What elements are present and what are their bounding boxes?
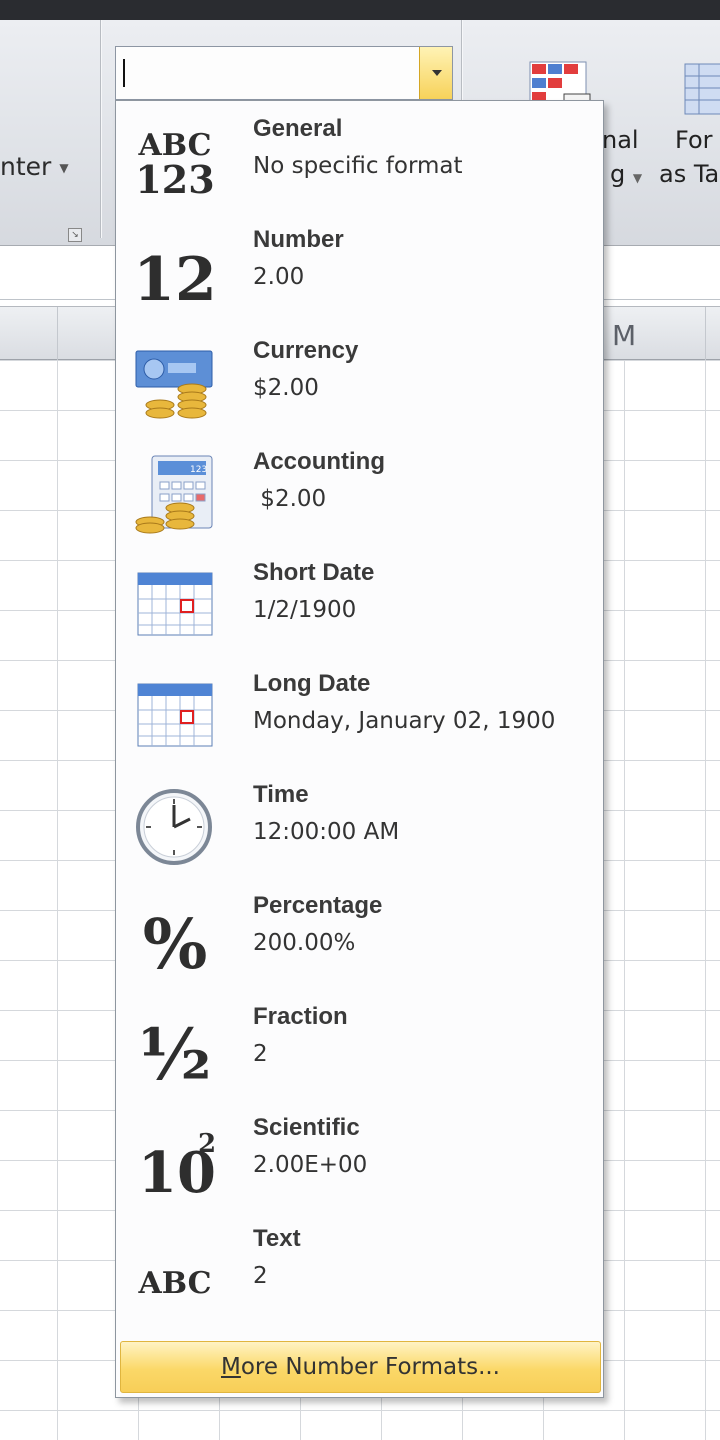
- svg-text:2: 2: [198, 1129, 216, 1159]
- currency-coins-icon: [135, 350, 213, 419]
- format-as-table-label-1: For: [675, 126, 713, 154]
- format-option-name: Percentage: [253, 892, 383, 919]
- conditional-formatting-label-2: g ▼: [610, 160, 643, 188]
- calendar-icon: [137, 683, 213, 747]
- format-option-long-date[interactable]: Long Date Monday, January 02, 1900: [118, 656, 602, 766]
- format-option-fraction[interactable]: ½ Fraction 2: [118, 989, 602, 1099]
- format-option-sample: 12:00:00 AM: [253, 819, 400, 845]
- format-option-scientific[interactable]: 10 2 Scientific 2.00E+00: [118, 1100, 602, 1210]
- combobox-dropdown-button[interactable]: [419, 47, 452, 99]
- format-option-sample: No specific format: [253, 153, 463, 179]
- fraction-half-icon: ½: [138, 1013, 211, 1089]
- format-option-name: Fraction: [253, 1003, 348, 1030]
- calendar-icon: [137, 572, 213, 636]
- svg-text:%: %: [143, 905, 208, 978]
- number-12-icon: 12: [134, 245, 216, 312]
- svg-text:ABC: ABC: [137, 1266, 211, 1301]
- chevron-down-icon: ▼: [632, 171, 643, 185]
- format-option-sample: 2: [253, 1041, 268, 1067]
- format-option-general[interactable]: ABC 123 General No specific format: [118, 101, 602, 211]
- format-option-name: Accounting: [253, 448, 385, 475]
- more-number-formats-button[interactable]: More Number Formats...: [120, 1341, 601, 1393]
- svg-text:12: 12: [134, 245, 216, 312]
- format-option-sample: 2.00: [253, 264, 305, 290]
- format-option-sample: 1/2/1900: [253, 597, 357, 623]
- format-option-text[interactable]: ABC Text 2: [118, 1211, 602, 1321]
- clock-icon: [136, 789, 212, 865]
- percent-icon: %: [143, 905, 208, 978]
- format-option-name: Number: [253, 226, 344, 253]
- format-option-percentage[interactable]: % Percentage 200.00%: [118, 878, 602, 988]
- format-option-sample: $2.00: [253, 486, 327, 512]
- dialog-launcher-icon[interactable]: ↘: [68, 228, 82, 242]
- abc-123-icon: ABC 123: [135, 128, 214, 201]
- format-option-sample: 2.00E+00: [253, 1152, 368, 1178]
- format-option-name: Time: [253, 781, 309, 808]
- format-option-name: General: [253, 115, 343, 142]
- ribbon-group-separator: [100, 20, 101, 238]
- more-formats-label: ore Number Formats...: [240, 1354, 500, 1380]
- text-cursor: [123, 59, 125, 87]
- format-option-sample: 2: [253, 1263, 268, 1289]
- abc-text-icon: ABC: [137, 1266, 211, 1301]
- svg-text:123: 123: [190, 465, 207, 475]
- format-option-name: Text: [253, 1225, 301, 1252]
- merge-and-center-label: nter: [0, 152, 52, 181]
- format-option-name: Scientific: [253, 1114, 360, 1141]
- column-header-m[interactable]: M: [612, 319, 636, 352]
- merge-and-center-button[interactable]: nter ▼: [0, 152, 69, 181]
- format-as-table-label-2: as Ta: [659, 160, 720, 188]
- number-format-combobox[interactable]: [115, 46, 453, 100]
- svg-text:½: ½: [138, 1013, 211, 1089]
- format-option-time[interactable]: Time 12:00:00 AM: [118, 767, 602, 877]
- more-formats-accelerator: M: [220, 1354, 241, 1380]
- format-option-name: Long Date: [253, 670, 371, 697]
- format-option-sample: 200.00%: [253, 930, 356, 956]
- format-option-sample: Monday, January 02, 1900: [253, 708, 556, 734]
- format-option-number[interactable]: 12 Number 2.00: [118, 212, 602, 322]
- format-option-currency[interactable]: Currency $2.00: [118, 323, 602, 433]
- svg-text:123: 123: [135, 157, 214, 201]
- window-titlebar: [0, 0, 720, 20]
- number-format-dropdown: ABC 123 General No specific format 12 Nu…: [115, 100, 604, 1398]
- column-divider: [57, 307, 58, 361]
- format-option-name: Currency: [253, 337, 359, 364]
- accounting-calculator-icon: 123: [135, 455, 213, 534]
- conditional-formatting-label-1: nal: [602, 126, 639, 154]
- chevron-down-icon: ▼: [59, 161, 69, 175]
- column-divider: [705, 307, 706, 361]
- format-option-accounting[interactable]: 123 Accounting $2.00: [118, 434, 602, 544]
- format-option-sample: $2.00: [253, 375, 319, 401]
- format-option-name: Short Date: [253, 559, 375, 586]
- exponent-icon: 10 2: [138, 1129, 216, 1200]
- format-as-table-icon[interactable]: [683, 60, 720, 126]
- format-option-short-date[interactable]: Short Date 1/2/1900: [118, 545, 602, 655]
